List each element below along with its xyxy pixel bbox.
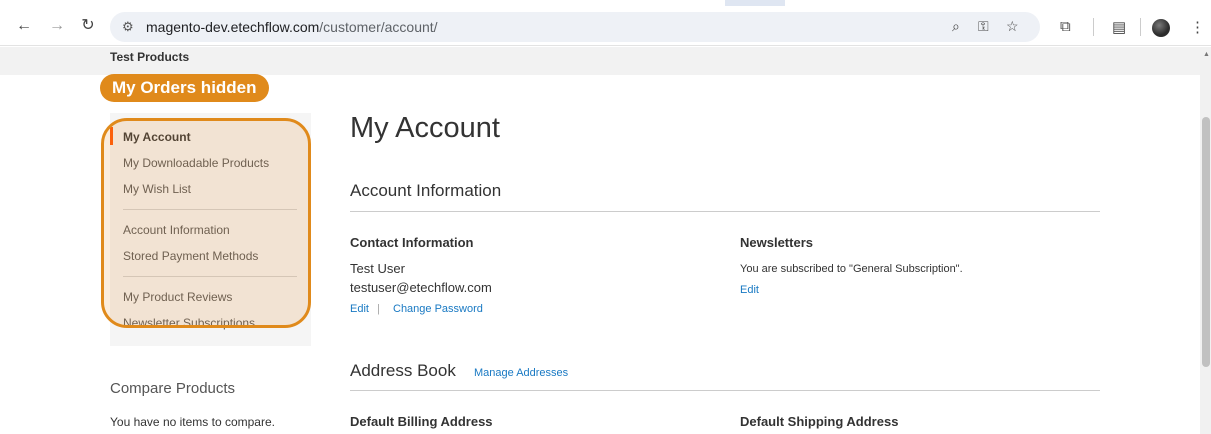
default-billing-address-title: Default Billing Address xyxy=(350,414,493,429)
default-shipping-address-title: Default Shipping Address xyxy=(740,414,899,429)
annotation-highlight xyxy=(101,118,311,328)
back-icon[interactable]: ← xyxy=(14,16,34,36)
link-separator: | xyxy=(377,303,380,315)
scroll-up-icon[interactable]: ▲ xyxy=(1203,51,1210,58)
section-divider xyxy=(350,211,1100,212)
password-key-icon[interactable]: ⚿ xyxy=(978,18,989,35)
store-header-band: Test Products xyxy=(0,47,1200,75)
manage-addresses-link[interactable]: Manage Addresses xyxy=(474,367,568,379)
extensions-icon[interactable]: ⧉ xyxy=(1060,18,1071,35)
reading-list-icon[interactable]: ▤ xyxy=(1112,18,1126,36)
site-info-icon[interactable]: ⚙ xyxy=(122,19,134,35)
url-host: magento-dev.etechflow.com xyxy=(146,19,320,35)
profile-avatar[interactable] xyxy=(1152,19,1170,37)
contact-name: Test User xyxy=(350,261,405,276)
compare-products-title: Compare Products xyxy=(110,380,236,397)
edit-newsletter-link[interactable]: Edit xyxy=(740,284,759,296)
compare-empty-text: You have no items to compare. xyxy=(110,415,275,429)
contact-email: testuser@etechflow.com xyxy=(350,280,492,295)
newsletters-title: Newsletters xyxy=(740,235,813,250)
menu-icon[interactable]: ⋮ xyxy=(1190,18,1205,36)
page-scrollbar[interactable]: ▲ xyxy=(1200,47,1211,434)
change-password-link[interactable]: Change Password xyxy=(393,303,483,315)
zoom-icon[interactable]: ⌕ xyxy=(952,18,960,35)
forward-icon[interactable]: → xyxy=(47,16,67,36)
page-title: My Account xyxy=(350,112,500,144)
address-book-title: Address Book xyxy=(350,361,456,380)
url-path: /customer/account/ xyxy=(319,19,438,35)
annotation-badge: My Orders hidden xyxy=(100,74,269,102)
bookmark-star-icon[interactable]: ☆ xyxy=(1006,18,1019,35)
edit-contact-link[interactable]: Edit xyxy=(350,303,369,315)
store-label[interactable]: Test Products xyxy=(110,50,189,64)
contact-information-title: Contact Information xyxy=(350,235,474,250)
page-content: Test Products My Account My Downloadable… xyxy=(0,47,1200,434)
toolbar-divider xyxy=(1140,18,1141,36)
account-information-title: Account Information xyxy=(350,181,502,200)
reload-icon[interactable]: ↻ xyxy=(78,16,98,36)
newsletter-status-text: You are subscribed to "General Subscript… xyxy=(740,263,963,275)
url-text[interactable]: magento-dev.etechflow.com/customer/accou… xyxy=(146,19,438,35)
address-bar[interactable]: ⚙ magento-dev.etechflow.com/customer/acc… xyxy=(110,12,1040,42)
toolbar-divider xyxy=(1093,18,1094,36)
browser-toolbar: ← → ↻ ⚙ magento-dev.etechflow.com/custom… xyxy=(0,6,1211,46)
scrollbar-thumb[interactable] xyxy=(1202,117,1210,367)
section-divider xyxy=(350,390,1100,391)
